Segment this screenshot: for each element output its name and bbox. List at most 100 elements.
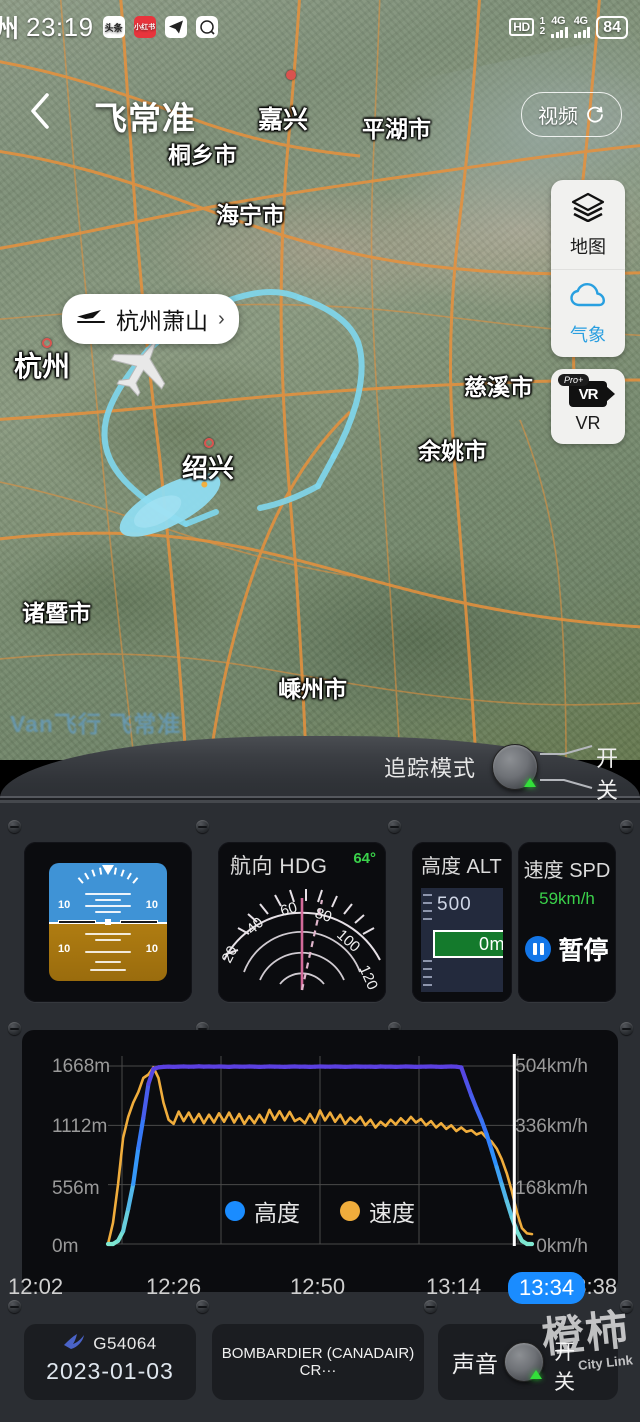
bottom-info-bar: G54064 2023-01-03 BOMBARDIER (CANADAIR) … [0,1320,640,1420]
chart-x-axis: 12:02 12:26 12:50 13:14 13:38 13:34 [8,1262,618,1304]
altitude-title: 高度 ALT [421,856,502,878]
city-label-shaoxing: 绍兴 [182,453,235,483]
flight-number: G54064 [93,1333,157,1353]
y-right-tick-504: 504km/h [515,1056,588,1077]
altitude-indicator[interactable]: 高度 ALT 500 0m [412,842,512,1002]
status-bar: 州 23:19 头条 小红书 HD 12 4G 4G 84 [0,0,640,54]
y-left-tick-1668: 1668m [52,1056,111,1077]
knob-led-indicator [523,778,536,787]
sound-knob-led [530,1370,542,1379]
airport-name: 杭州萧山 [116,308,208,334]
adi-aircraft-symbol [58,916,158,928]
aircraft-type-card[interactable]: BOMBARDIER (CANADAIR) CR··· [212,1324,424,1400]
toutiao-icon: 头条 [102,16,125,38]
tracking-off-label[interactable]: 关 [596,773,618,805]
y-left-tick-0: 0m [52,1236,79,1257]
map-tool-stack: 地图 气象 Pro+ VR VR [551,180,625,444]
vr-label: VR [575,413,601,433]
instrument-cluster: 10 10 10 10 航向 HDG 64° 20 40 60 80 100 1… [0,842,640,1014]
city-label-hangzhou: 杭州 [14,351,71,382]
telegram-icon [164,16,187,38]
xiaohongshu-icon: 小红书 [133,16,156,38]
heading-indicator[interactable]: 航向 HDG 64° 20 40 60 80 100 120 [218,842,386,1002]
hd-indicator: HD [509,18,534,36]
city-label-pinghu: 平湖市 [362,116,431,142]
altitude-scale-mark: 500 [437,894,472,915]
legend-item-speed: 速度 [340,1194,415,1228]
aircraft-type: BOMBARDIER (CANADAIR) CR··· [221,1345,415,1379]
altitude-speed-chart[interactable]: 1668m 1112m 556m 0m 504km/h 336km/h 168k… [22,1030,618,1292]
adi-pitch-up-left: 10 [58,899,71,911]
tracking-on-label[interactable]: 开 [596,741,618,773]
adi-pitch-dn-right: 10 [145,943,158,955]
y-right-tick-0: 0km/h [536,1236,588,1257]
y-left-tick-1112: 1112m [52,1116,108,1137]
altitude-ticks [423,888,433,992]
takeoff-plane-icon [76,307,106,332]
sound-knob[interactable] [504,1342,544,1382]
city-label-tongxiang: 桐乡市 [168,142,237,168]
x-tick-1250: 12:50 [290,1274,346,1299]
legend-item-altitude: 高度 [225,1194,300,1228]
pro-badge: Pro+ [558,374,590,386]
city-dot-jiaxing [286,70,296,80]
sim-slot-indicator: 12 [539,16,546,37]
weather-button[interactable]: 气象 [551,269,625,357]
speed-title: 速度 SPD [523,860,611,882]
browser-icon [195,16,218,38]
departure-airport-pill[interactable]: 杭州萧山 › [62,294,239,344]
map-watermark: Van飞行 飞常准 [10,711,182,737]
hdg-tick-20: 20 [219,943,242,966]
cloud-icon [570,282,606,315]
city-label-shengzhou: 嵊州市 [278,676,347,702]
x-tick-1202: 12:02 [8,1274,64,1299]
tracking-mode-label: 追踪模式 [383,756,476,781]
map-layers-button[interactable]: 地图 [551,180,625,269]
pause-label: 暂停 [558,937,609,965]
refresh-icon [585,105,605,125]
sound-off-label[interactable]: 关 [554,1366,575,1396]
altitude-current-value: 0m [433,930,503,958]
attitude-indicator[interactable]: 10 10 10 10 [24,842,192,1002]
vr-card[interactable]: Pro+ VR VR [551,369,625,444]
adi-roll-pointer [102,865,114,875]
carrier-edge-text: 州 [0,15,19,43]
legend-dot-speed [340,1201,360,1221]
city-label-cixi: 慈溪市 [464,374,533,400]
city-label-yuyao: 余姚市 [418,438,487,464]
y-right-tick-168: 168km/h [515,1178,588,1199]
weather-label: 气象 [570,325,606,345]
x-tick-1314: 13:14 [426,1274,482,1299]
hdg-tick-120: 120 [355,963,381,993]
back-button[interactable] [28,92,52,136]
hdg-tick-60: 60 [278,899,299,920]
flight-info-card[interactable]: G54064 2023-01-03 [24,1324,196,1400]
flight-date: 2023-01-03 [46,1358,174,1384]
battery-indicator: 84 [596,15,628,39]
sound-toggle-card[interactable]: 声音 开 关 [438,1324,618,1400]
pause-button[interactable]: 暂停 [518,931,616,967]
tracking-mode-knob[interactable] [491,744,538,790]
chevron-right-icon: › [218,307,225,330]
adi-pitch-up-right: 10 [145,899,158,911]
bird-logo-icon [63,1332,85,1355]
signal-indicator-1: 4G [551,16,568,38]
sound-knob-group[interactable]: 开 关 [504,1336,575,1394]
hdg-tick-40: 40 [243,914,267,938]
altitude-tape: 500 0m [421,888,503,992]
tracking-mode-onoff-labels[interactable]: 开 关 [596,741,618,803]
city-label-zhuji: 诸暨市 [22,600,91,626]
sound-on-label[interactable]: 开 [554,1336,575,1366]
speed-and-playback-panel: 速度 SPD 59km/h 暂停 [518,842,616,1002]
chart-time-cursor-badge[interactable]: 13:34 [508,1272,586,1304]
video-button[interactable]: 视频 [521,92,622,137]
sound-onoff-labels[interactable]: 开 关 [554,1336,575,1394]
chart-legend: 高度 速度 [225,1194,415,1228]
hdg-tick-100: 100 [333,926,363,955]
knob-connector-lines [538,742,596,792]
map-layers-label: 地图 [570,237,606,257]
x-tick-1226: 12:26 [146,1274,202,1299]
sound-label: 声音 [452,1351,498,1377]
page-title: 飞常准 [94,100,196,137]
city-dot-shaoxing [204,438,214,448]
